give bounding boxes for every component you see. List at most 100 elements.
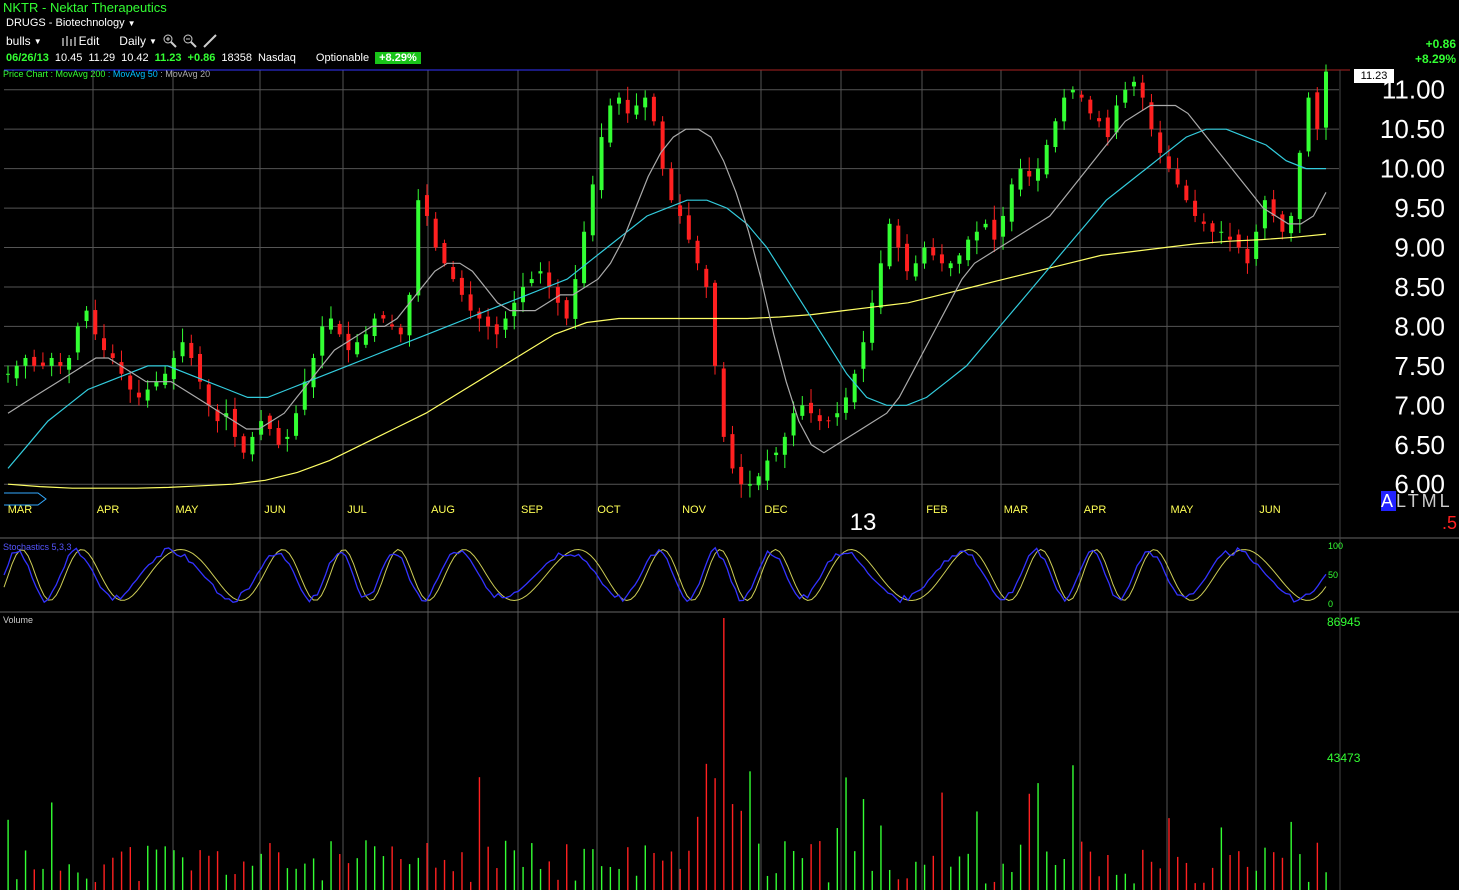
volume-bar [373,846,376,890]
candle-body [1158,132,1163,153]
range-rest[interactable]: LTML [1396,491,1453,511]
y-tick-label: 9.50 [1394,193,1445,223]
candle-body [398,327,403,335]
volume-bar [723,618,725,890]
stoch-level-label: 0 [1328,599,1333,609]
candle-body [905,243,910,272]
volume-bar [103,864,105,890]
volume-bar [382,856,385,890]
volume-bar [600,866,603,890]
volume-bar [731,804,734,890]
candle-body [599,137,604,191]
candle-body [939,254,944,264]
volume-bar [33,869,35,890]
volume-bar [347,863,350,890]
volume-bar [391,846,393,890]
volume-bar [609,866,612,890]
candle-body [1262,200,1267,229]
small-red-value: .5 [1442,513,1458,533]
last-price-box: 11.23 [1354,69,1394,83]
volume-bar [888,869,891,890]
volume-bar [618,868,620,890]
volume-bar [749,771,751,890]
volume-bar [854,851,856,890]
volume-bar [1316,842,1319,890]
candle-body [1097,118,1102,122]
candle-body [58,362,63,366]
volume-bar [208,855,210,890]
volume-bar [714,778,716,890]
volume-bar [1238,851,1240,890]
candle-body [503,318,508,330]
volume-bar [1150,861,1153,890]
candle-body [922,247,927,264]
candle-body [1009,184,1014,222]
candle-body [747,484,752,486]
volume-bar [1133,883,1135,890]
volume-bar [1081,841,1083,890]
volume-bar [688,850,690,890]
candle-body [730,434,735,469]
candle-body [390,324,395,327]
candle-body [765,460,770,481]
y-tick-label: 10.00 [1380,154,1445,184]
x-tick-label: DEC [764,504,787,516]
candle-body [643,97,648,108]
candle-body [573,279,578,319]
candle-body [931,247,936,256]
volume-bar [941,792,943,890]
volume-bar [635,875,638,890]
candle-body [328,318,333,330]
volume-bar [557,879,559,890]
volume-bar [531,843,533,890]
volume-bar [827,882,830,890]
volume-bar [400,859,402,890]
x-tick-label: MAY [1170,504,1194,516]
volume-bar [59,870,62,890]
candle-body [75,326,80,353]
volume-bar [1028,793,1031,890]
candle-body [337,324,342,335]
volume-bar [504,840,507,890]
volume-bar [775,873,777,890]
candle-body [547,272,552,287]
volume-bar [1115,874,1118,890]
candle-body [136,392,141,398]
volume-bar [1290,821,1292,890]
price-chart[interactable]: 11.0010.5010.009.509.008.508.007.507.006… [0,0,1459,890]
volume-bar [51,802,53,890]
volume-bar [906,878,908,890]
candle-body [913,263,918,277]
volume-bar [1107,855,1109,890]
volume-bar [993,881,996,890]
candle-body [1306,97,1311,152]
candle-body [634,105,639,115]
x-tick-label: FEB [926,504,947,516]
volume-bar [181,857,184,890]
candle-body [1035,168,1040,181]
volume-bar [862,799,865,890]
volume-bar [120,851,123,890]
range-selector[interactable]: ALTML [1381,491,1453,512]
volume-bar [932,855,935,890]
candle-body [1044,144,1049,175]
candle-body [887,223,892,267]
volume-bar [1211,867,1214,890]
volume-label: Volume [3,615,34,625]
range-selected[interactable]: A [1381,491,1397,511]
candle-body [206,384,211,406]
volume-bar [417,857,420,890]
candle-body [870,302,875,343]
volume-bar [1264,847,1266,890]
candle-body [826,420,831,422]
volume-bar [513,850,516,890]
volume-bar [1072,765,1074,890]
candle-body [590,184,595,236]
volume-bar [321,880,324,890]
volume-bar [740,810,742,890]
volume-bar [1299,854,1301,890]
volume-bar [1046,851,1048,890]
volume-bar [1054,864,1057,890]
candle-body [363,334,368,345]
stoch-level-label: 50 [1328,570,1338,580]
